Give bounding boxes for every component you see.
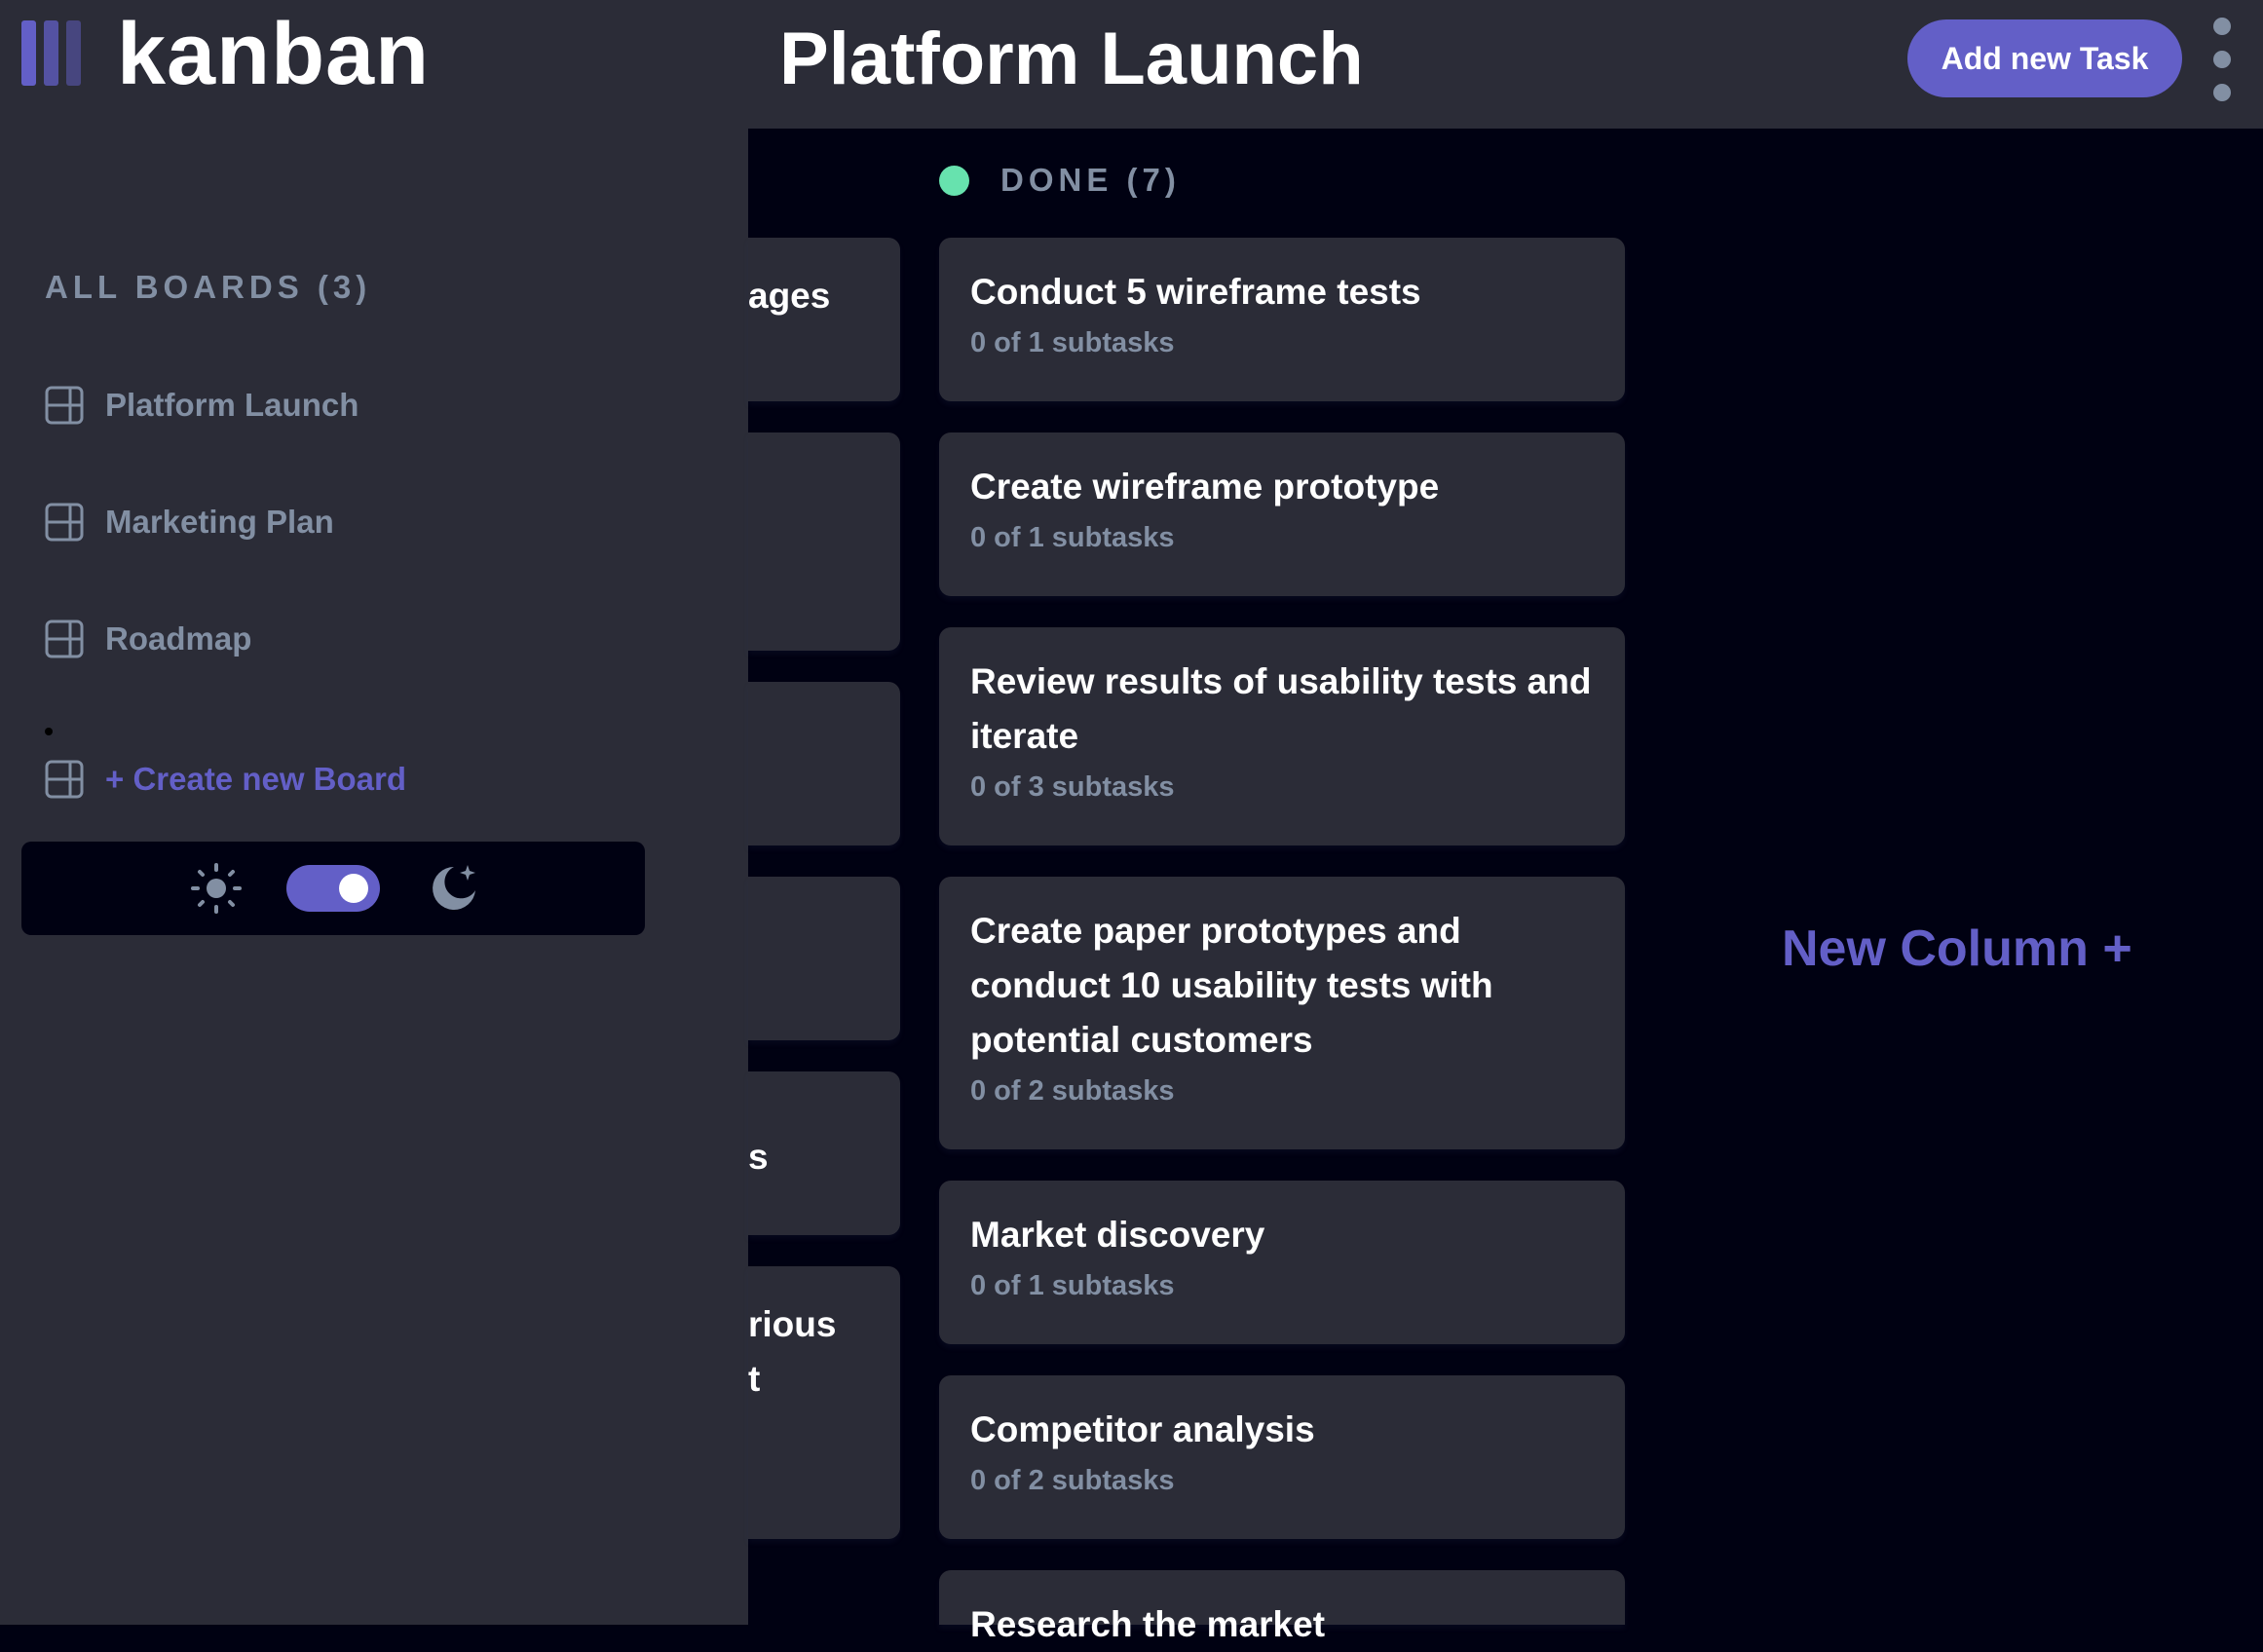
- sidebar-item-label: Platform Launch: [105, 387, 359, 423]
- task-card-partial[interactable]: s: [748, 1071, 900, 1235]
- toggle-knob: [339, 874, 368, 903]
- task-subtasks: 0 of 2 subtasks: [970, 1075, 1175, 1107]
- task-title-fragment: t: [748, 1359, 761, 1399]
- partial-column: ages s rious t: [748, 0, 900, 1625]
- task-title: Research the market: [970, 1604, 1326, 1644]
- task-title-fragment: rious: [748, 1304, 837, 1344]
- sidebar: ALL BOARDS (3) Platform Launch Marketing…: [0, 129, 748, 1625]
- board-icon: [45, 760, 84, 799]
- task-title-fragment: s: [748, 1137, 769, 1177]
- task-card-partial[interactable]: [748, 432, 900, 651]
- task-card-partial[interactable]: rious t: [748, 1266, 900, 1539]
- column-status-dot: [939, 165, 969, 196]
- create-board-label: + Create new Board: [105, 761, 407, 797]
- list-bullet: [45, 728, 53, 735]
- task-subtasks: 0 of 1 subtasks: [970, 522, 1175, 553]
- theme-toggle[interactable]: [286, 865, 380, 912]
- sidebar-item-roadmap[interactable]: Roadmap: [45, 610, 251, 668]
- task-title: Conduct 5 wireframe tests: [970, 272, 1421, 312]
- all-boards-heading: ALL BOARDS (3): [45, 269, 372, 305]
- new-column-button[interactable]: New Column +: [1782, 920, 2132, 978]
- sidebar-item-marketing-plan[interactable]: Marketing Plan: [45, 493, 334, 551]
- task-card-partial[interactable]: [748, 877, 900, 1040]
- task-title-fragment: ages: [748, 276, 831, 316]
- task-card[interactable]: Conduct 5 wireframe tests 0 of 1 subtask…: [939, 238, 1625, 401]
- task-card[interactable]: Competitor analysis 0 of 2 subtasks: [939, 1375, 1625, 1539]
- task-card[interactable]: Research the market: [939, 1570, 1625, 1644]
- more-options-icon[interactable]: [2209, 18, 2235, 101]
- theme-switcher: [21, 842, 645, 935]
- task-title: Competitor analysis: [970, 1409, 1315, 1449]
- sidebar-item-label: Roadmap: [105, 620, 252, 657]
- task-card[interactable]: Market discovery 0 of 1 subtasks: [939, 1181, 1625, 1344]
- logo-text: kanban: [117, 6, 431, 103]
- task-subtasks: 0 of 2 subtasks: [970, 1465, 1175, 1496]
- sun-icon: [191, 863, 242, 914]
- task-title: Create paper prototypes and conduct 10 u…: [970, 911, 1493, 1060]
- task-subtasks: 0 of 3 subtasks: [970, 771, 1175, 803]
- logo-icon: [21, 20, 81, 86]
- task-subtasks: 0 of 1 subtasks: [970, 1270, 1175, 1301]
- task-card[interactable]: Create paper prototypes and conduct 10 u…: [939, 877, 1625, 1149]
- board-icon: [45, 620, 84, 658]
- add-new-task-button[interactable]: Add new Task: [1907, 19, 2182, 97]
- sidebar-item-label: Marketing Plan: [105, 504, 334, 540]
- done-column-title: DONE (7): [1000, 162, 1181, 198]
- top-bar: kanban Platform Launch Add new Task: [0, 0, 2263, 129]
- moon-icon: [433, 865, 475, 910]
- task-title: Market discovery: [970, 1215, 1265, 1255]
- task-card[interactable]: Review results of usability tests and it…: [939, 627, 1625, 845]
- task-card[interactable]: Create wireframe prototype 0 of 1 subtas…: [939, 432, 1625, 596]
- task-subtasks: 0 of 1 subtasks: [970, 327, 1175, 358]
- task-title: Create wireframe prototype: [970, 467, 1440, 507]
- task-title: Review results of usability tests and it…: [970, 661, 1592, 756]
- sidebar-item-platform-launch[interactable]: Platform Launch: [45, 376, 358, 434]
- task-card-partial[interactable]: ages: [748, 238, 900, 401]
- board-icon: [45, 386, 84, 425]
- board-icon: [45, 503, 84, 542]
- create-new-board-button[interactable]: + Create new Board: [45, 750, 406, 808]
- done-column-header: DONE (7): [939, 162, 1181, 199]
- task-card-partial[interactable]: [748, 682, 900, 845]
